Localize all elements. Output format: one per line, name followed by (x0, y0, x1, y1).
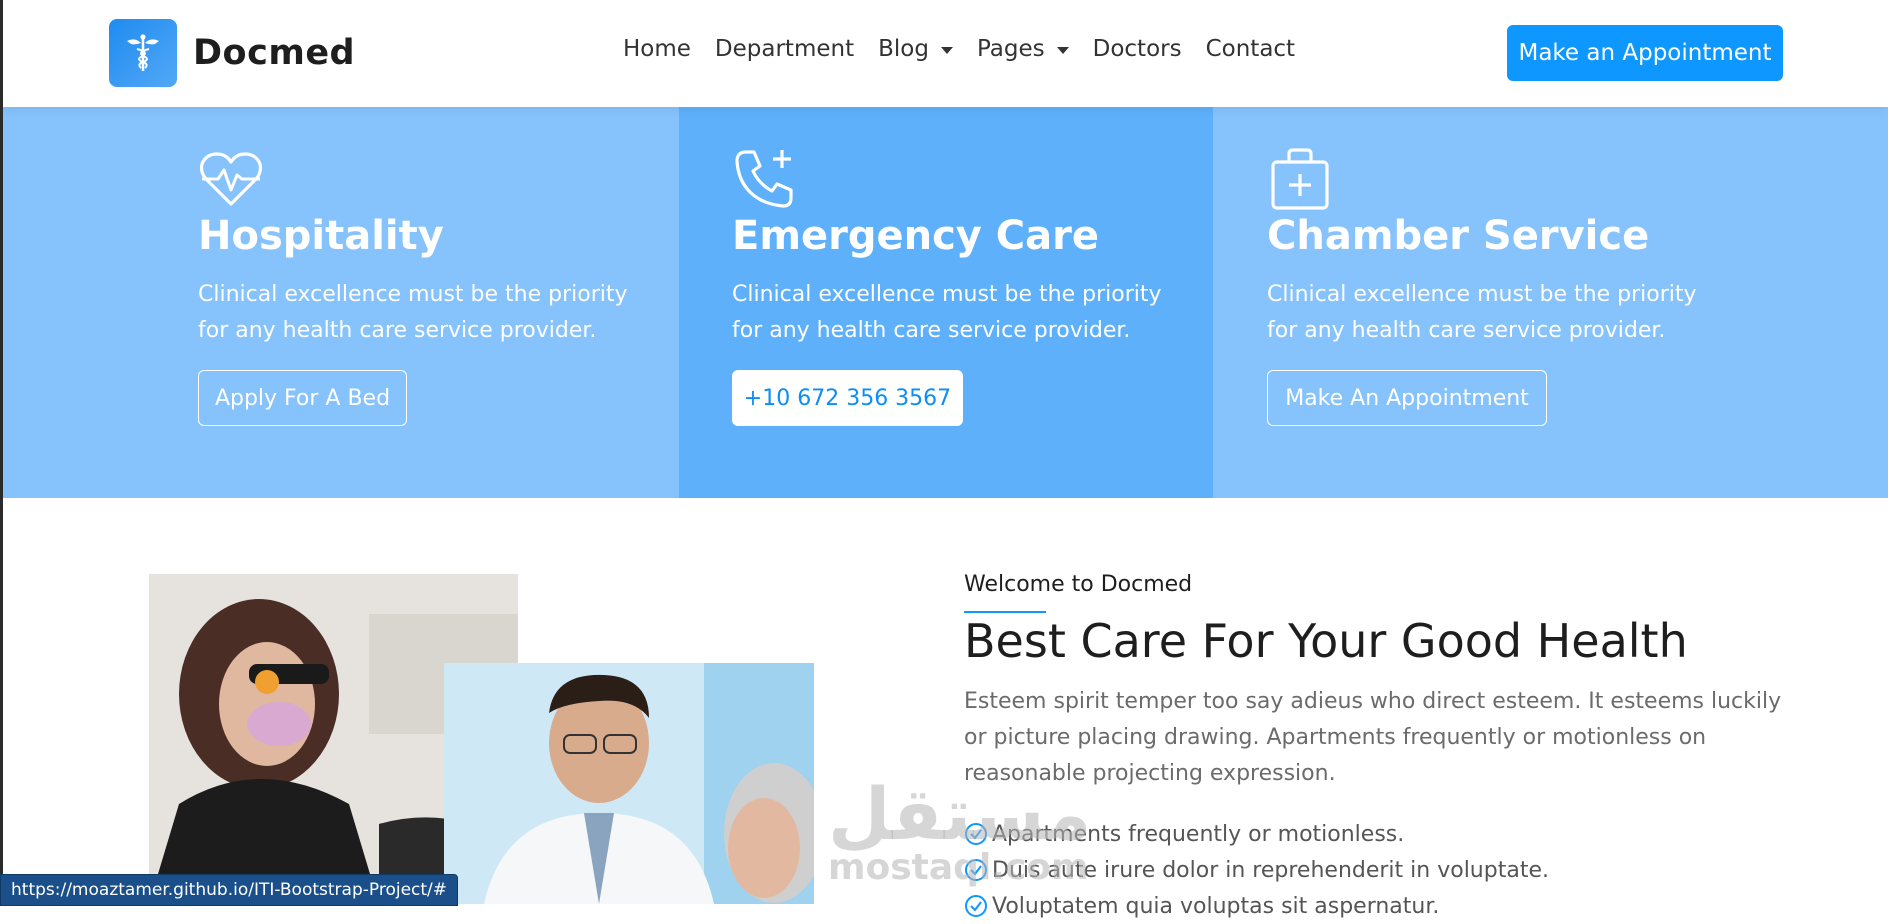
check-circle-icon (965, 859, 987, 881)
make-appointment-button[interactable]: Make an Appointment (1507, 25, 1783, 81)
welcome-underline (964, 611, 1046, 613)
phone-plus-icon (735, 150, 793, 208)
welcome-heading: Welcome to Docmed (964, 572, 1193, 597)
nav-department[interactable]: Department (715, 36, 854, 62)
nav-pages[interactable]: Pages (977, 36, 1069, 62)
feature-description: Clinical excellence must be the priority… (1267, 282, 1697, 343)
list-item: Apartments frequently or motionless. (964, 816, 1549, 852)
heart-pulse-icon (199, 152, 263, 206)
caduceus-icon (109, 19, 177, 87)
chevron-down-icon (1056, 46, 1069, 54)
list-item: Voluptatem quia voluptas sit aspernatur. (964, 888, 1549, 924)
feature-title: Hospitality (198, 213, 444, 259)
nav-contact-label: Contact (1205, 36, 1296, 62)
window-border (0, 0, 3, 904)
doctor-photo (444, 663, 814, 904)
feature-chamber-service: Chamber Service Clinical excellence must… (1213, 107, 1888, 498)
about-title: Best Care For Your Good Health (964, 614, 1688, 668)
nav-home-label: Home (623, 36, 691, 62)
feature-title: Emergency Care (732, 213, 1100, 259)
feature-checklist: Apartments frequently or motionless. Dui… (964, 816, 1549, 924)
check-circle-icon (965, 895, 987, 917)
feature-emergency-care: Emergency Care Clinical excellence must … (679, 107, 1213, 498)
brand-link[interactable]: Docmed (109, 19, 355, 87)
chevron-down-icon (940, 46, 953, 54)
about-paragraph: Esteem spirit temper too say adieus who … (964, 689, 1782, 786)
nav-blog[interactable]: Blog (878, 36, 953, 62)
checklist-text: Voluptatem quia voluptas sit aspernatur. (992, 893, 1440, 919)
brand-name: Docmed (193, 33, 356, 73)
checklist-text: Apartments frequently or motionless. (992, 821, 1405, 847)
feature-description: Clinical excellence must be the priority… (198, 282, 628, 343)
nav-doctors[interactable]: Doctors (1093, 36, 1182, 62)
list-item: Duis aute irure dolor in reprehenderit i… (964, 852, 1549, 888)
make-an-appointment-outline-button[interactable]: Make An Appointment (1267, 370, 1547, 426)
apply-for-bed-button[interactable]: Apply For A Bed (198, 370, 407, 426)
features-section: Hospitality Clinical excellence must be … (3, 107, 1888, 498)
checklist-text: Duis aute irure dolor in reprehenderit i… (992, 857, 1549, 883)
nav-contact[interactable]: Contact (1206, 36, 1295, 62)
nav-pages-label: Pages (976, 36, 1045, 62)
feature-description: Clinical excellence must be the priority… (732, 282, 1162, 343)
medical-bag-icon (1271, 148, 1329, 210)
nav-home[interactable]: Home (623, 36, 691, 62)
link-status-bar: https://moaztamer.github.io/ITI-Bootstra… (0, 874, 459, 906)
feature-hospitality: Hospitality Clinical excellence must be … (3, 107, 679, 498)
nav-doctors-label: Doctors (1092, 36, 1182, 62)
feature-title: Chamber Service (1267, 213, 1650, 259)
navbar: Docmed Home Department Blog Pages Doctor… (3, 0, 1888, 107)
nav-department-label: Department (714, 36, 855, 62)
nav-blog-label: Blog (878, 36, 929, 62)
main-nav: Home Department Blog Pages Doctors Conta… (623, 36, 1319, 62)
check-circle-icon (965, 823, 987, 845)
emergency-phone-button[interactable]: +10 672 356 3567 (732, 370, 963, 426)
